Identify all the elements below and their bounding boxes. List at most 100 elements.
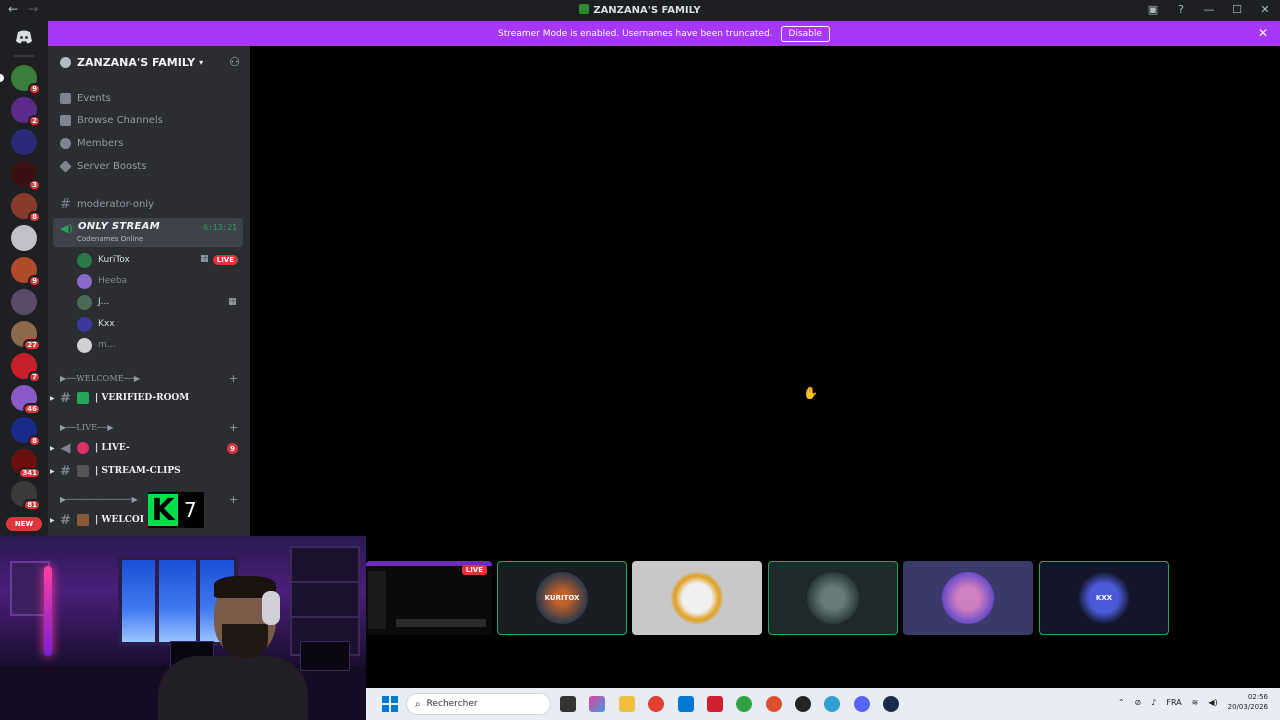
guild-icon[interactable]: 3 xyxy=(11,161,41,191)
megaphone-icon: ◀ xyxy=(60,440,71,456)
app-icon[interactable] xyxy=(707,696,723,712)
microphone-icon[interactable]: ♪ xyxy=(1151,698,1156,707)
chrome-icon[interactable] xyxy=(766,696,782,712)
help-icon[interactable]: ? xyxy=(1174,3,1188,16)
boost-icon xyxy=(59,159,72,173)
channel-label: | STREAM-CLIPS xyxy=(95,466,181,476)
guild-icon[interactable]: 81 xyxy=(11,481,41,511)
guild-badge: 2 xyxy=(28,115,41,127)
window-title-text: ZANZANA'S FAMILY xyxy=(593,5,701,16)
steam-icon[interactable] xyxy=(883,696,899,712)
network-icon[interactable]: ⊘ xyxy=(1135,698,1142,707)
chrome-icon[interactable] xyxy=(736,696,752,712)
new-badge[interactable]: NEW xyxy=(6,517,42,531)
windows-start-icon[interactable] xyxy=(382,696,398,712)
avatar xyxy=(77,316,92,332)
tile-kuritox[interactable]: KURITOX xyxy=(497,561,627,635)
channel-verified-room[interactable]: ▶ # | VERIFIED-ROOM xyxy=(50,389,189,407)
voice-channel-name: ONLY STREAM xyxy=(78,221,160,232)
language-indicator[interactable]: FRA xyxy=(1166,698,1181,707)
chrome-icon[interactable] xyxy=(824,696,840,712)
add-channel-icon[interactable]: + xyxy=(229,421,238,434)
caret-icon: ▶ xyxy=(50,394,55,402)
guild-icon[interactable]: 27 xyxy=(11,321,41,351)
add-channel-icon[interactable]: + xyxy=(229,493,238,506)
guild-icon[interactable]: 8 xyxy=(11,417,41,447)
hash-icon: # xyxy=(60,463,71,479)
nav-events[interactable]: Events xyxy=(60,89,111,107)
check-emoji-icon xyxy=(77,392,89,404)
maximize-button[interactable]: ☐ xyxy=(1230,3,1244,16)
minimize-button[interactable]: — xyxy=(1202,3,1216,16)
voice-user-j[interactable]: J... xyxy=(77,293,109,311)
channel-stream-clips[interactable]: ▶ # | STREAM-CLIPS xyxy=(50,462,181,480)
caret-icon: ▶ xyxy=(50,516,55,524)
tile-user-3[interactable] xyxy=(768,561,898,635)
guild-icon[interactable]: 9 xyxy=(0,65,41,95)
wifi-icon[interactable]: ≋ xyxy=(1192,698,1199,707)
guild-badge: 7 xyxy=(28,371,41,383)
nav-server-boosts[interactable]: Server Boosts xyxy=(59,157,146,175)
add-channel-icon[interactable]: + xyxy=(229,372,238,385)
guild-icon[interactable] xyxy=(11,225,37,251)
person-beard xyxy=(222,624,268,658)
voice-channel-only-stream[interactable]: ◀) ONLY STREAM Codenames Online 6:13:21 xyxy=(53,218,243,247)
banner-close-icon[interactable]: ✕ xyxy=(1258,26,1268,40)
webcam-feed xyxy=(0,536,366,720)
nav-browse-channels[interactable]: Browse Channels xyxy=(60,111,163,129)
invite-people-icon[interactable]: ⚇ xyxy=(229,55,240,69)
tile-label: KURITOX xyxy=(544,594,580,602)
store-icon[interactable] xyxy=(678,696,694,712)
channel-welcome[interactable]: ▶ # | WELCOI xyxy=(50,511,144,529)
close-button[interactable]: ✕ xyxy=(1258,3,1272,16)
nav-members[interactable]: Members xyxy=(60,134,123,152)
disable-streamer-mode-button[interactable]: Disable xyxy=(780,25,830,42)
obs-icon[interactable] xyxy=(795,696,811,712)
voice-user-kxx[interactable]: Kxx xyxy=(77,315,115,333)
tile-user-4[interactable] xyxy=(903,561,1033,635)
guild-icon[interactable] xyxy=(11,289,37,315)
guild-icon[interactable]: 9 xyxy=(11,257,41,287)
clock[interactable]: 02:56 20/03/2026 xyxy=(1228,692,1268,712)
person-body xyxy=(158,656,308,720)
copilot-icon[interactable] xyxy=(589,696,605,712)
guild-icon[interactable] xyxy=(11,129,37,155)
guild-badge: 8 xyxy=(28,211,41,223)
guild-icon[interactable]: 7 xyxy=(11,353,41,383)
guild-badge: 341 xyxy=(18,467,41,479)
voice-user-heeba[interactable]: Heeba xyxy=(77,272,127,290)
category-welcome[interactable]: ▶──WELCOME──▶ xyxy=(60,374,140,388)
bookshelf xyxy=(290,546,360,656)
streamer-mode-banner: Streamer Mode is enabled. Usernames have… xyxy=(48,21,1280,46)
red-circle-emoji-icon xyxy=(77,442,89,454)
tile-screen-share[interactable]: LIVE xyxy=(366,561,492,635)
guild-icon[interactable]: 46 xyxy=(11,385,41,415)
taskbar-search[interactable]: ⌕ Rechercher xyxy=(406,693,551,715)
discord-home-icon[interactable] xyxy=(10,27,38,47)
calendar-icon xyxy=(60,92,71,104)
discord-icon[interactable] xyxy=(854,696,870,712)
channel-moderator-only[interactable]: # moderator-only xyxy=(60,195,154,213)
guild-icon[interactable]: 2 xyxy=(11,97,41,127)
voice-user-m[interactable]: m... xyxy=(77,336,115,354)
category-divider[interactable]: ▶─────────────▶ xyxy=(60,495,138,509)
chrome-icon[interactable] xyxy=(648,696,664,712)
file-explorer-icon[interactable] xyxy=(619,696,635,712)
k7-number: 7 xyxy=(184,498,197,522)
guild-icon[interactable]: 8 xyxy=(11,193,41,223)
avatar xyxy=(77,294,92,310)
activity-icon: ▦ xyxy=(228,297,237,307)
voice-user-kuritox[interactable]: KuriTox xyxy=(77,251,130,269)
tile-kxx[interactable]: KXX xyxy=(1039,561,1169,635)
server-header[interactable]: ZANZANA'S FAMILY ▾ ⚇ xyxy=(48,46,250,79)
guild-icon[interactable]: 341 xyxy=(11,449,41,479)
mention-badge: 9 xyxy=(227,443,238,454)
tray-chevron-icon[interactable]: ⌃ xyxy=(1118,698,1125,707)
activity-icon: ▦ xyxy=(200,254,209,264)
tile-user-2[interactable] xyxy=(632,561,762,635)
category-live[interactable]: ▶──LIVE──▶ xyxy=(60,423,114,437)
task-view-icon[interactable] xyxy=(560,696,576,712)
inbox-icon[interactable]: ▣ xyxy=(1146,3,1160,16)
channel-live[interactable]: ▶ ◀ | LIVE- xyxy=(50,439,130,457)
volume-icon[interactable]: ◀) xyxy=(1208,698,1217,707)
